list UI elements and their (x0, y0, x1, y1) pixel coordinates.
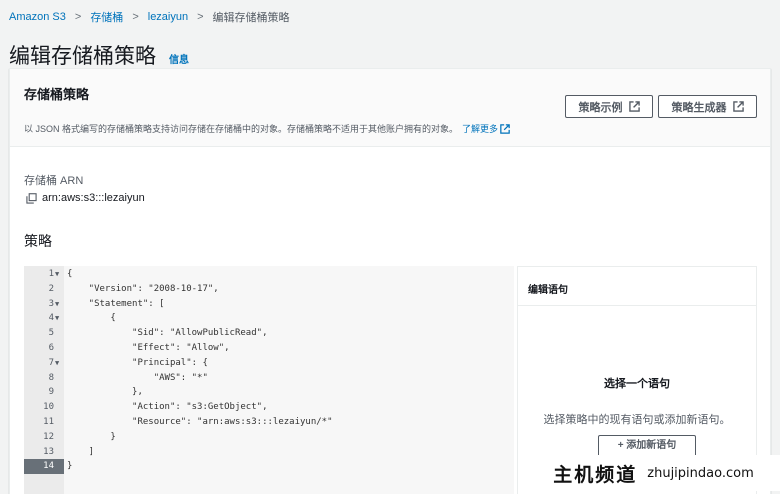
code-text: { (67, 269, 73, 279)
line-number: 3 (48, 298, 54, 309)
external-link-icon (628, 101, 640, 112)
breadcrumb-buckets[interactable]: 存储桶 (90, 9, 123, 25)
line-number: 7 (48, 357, 54, 368)
bucket-arn-label: 存储桶 ARN (24, 175, 84, 187)
chevron-right-icon: > (132, 11, 139, 23)
bucket-policy-panel: 存储桶策略 策略示例 策略生成器 以 JSON 格式编写的存储桶策略支持访问存储… (9, 68, 771, 494)
code-text: "Version": "2008-10-17", (67, 283, 219, 294)
panel-description-text: 以 JSON 格式编写的存储桶策略支持访问存储在存储桶中的对象。存储桶策略不适用… (24, 124, 459, 134)
code-line[interactable]: 9 }, (24, 385, 514, 400)
code-line[interactable]: 13 ] (24, 445, 514, 460)
watermark: 主机频道 zhujipindao.com (527, 455, 780, 491)
fold-arrow-icon[interactable]: ▼ (55, 267, 59, 282)
line-number: 10 (43, 402, 54, 413)
learn-more-link[interactable]: 了解更多 (462, 122, 498, 135)
code-line[interactable]: 1 ▼ { (24, 267, 514, 282)
page-title-row: 编辑存储桶策略 信息 (9, 40, 189, 70)
policy-examples-label: 策略示例 (578, 101, 623, 114)
code-line[interactable]: 8 "AWS": "*" (24, 371, 514, 386)
fold-arrow-icon[interactable]: ▼ (55, 356, 59, 371)
breadcrumb-amazon-s3[interactable]: Amazon S3 (9, 11, 66, 23)
code-line[interactable]: 4 ▼ { (24, 311, 514, 326)
chevron-right-icon: > (197, 11, 204, 23)
bucket-arn-value: arn:aws:s3:::lezaiyun (42, 192, 145, 204)
code-text: } (67, 431, 116, 442)
add-new-statement-button[interactable]: + 添加新语句 (598, 435, 696, 457)
line-number: 9 (48, 387, 54, 398)
policy-generator-label: 策略生成器 (671, 101, 727, 114)
code-text: "Resource": "arn:aws:s3:::lezaiyun/*" (67, 417, 333, 427)
chevron-right-icon: > (74, 11, 82, 23)
info-link[interactable]: 信息 (169, 51, 189, 66)
policy-examples-button[interactable]: 策略示例 (565, 95, 653, 118)
code-text: ] (67, 446, 95, 457)
breadcrumb-current: 编辑存储桶策略 (212, 12, 290, 24)
line-number: 5 (48, 328, 54, 339)
fold-arrow-icon[interactable]: ▼ (55, 297, 59, 312)
select-statement-description: 选择策略中的现有语句或添加新语句。 (543, 414, 731, 426)
copy-icon[interactable] (26, 192, 37, 204)
policy-generator-button[interactable]: 策略生成器 (658, 95, 757, 118)
code-line[interactable]: 6 "Effect": "Allow", (24, 341, 514, 356)
code-text: "Statement": [ (67, 298, 165, 309)
policy-heading: 策略 (24, 233, 52, 249)
code-text: } (67, 461, 73, 472)
external-link-icon[interactable] (500, 123, 510, 134)
panel-description: 以 JSON 格式编写的存储桶策略支持访问存储在存储桶中的对象。存储桶策略不适用… (24, 122, 510, 135)
code-line[interactable]: 7 ▼ "Principal": { (24, 356, 514, 371)
line-number: 8 (48, 372, 54, 383)
policy-code-editor[interactable]: 1 ▼{2 "Version": "2008-10-17", 3 ▼ "Stateme… (24, 266, 514, 494)
line-number: 13 (43, 446, 54, 457)
bucket-arn-row: arn:aws:s3:::lezaiyun (26, 192, 145, 204)
code-text: "Sid": "AllowPublicRead", (67, 328, 268, 339)
code-line[interactable]: 12 } (24, 430, 514, 445)
line-number: 4 (48, 313, 54, 324)
breadcrumb-bucket[interactable]: lezaiyun (148, 11, 188, 23)
code-text: "Principal": { (67, 357, 208, 368)
fold-arrow-icon[interactable]: ▼ (55, 311, 59, 326)
line-number: 6 (48, 343, 54, 353)
code-text: "AWS": "*" (67, 372, 208, 383)
code-line[interactable]: 5 "Sid": "AllowPublicRead", (24, 326, 514, 341)
line-number: 1 (48, 269, 54, 279)
code-line[interactable]: 11 "Resource": "arn:aws:s3:::lezaiyun/*" (24, 415, 514, 430)
select-statement-heading: 选择一个语句 (604, 378, 670, 390)
code-line[interactable]: 14} (24, 459, 514, 475)
code-text: "Action": "s3:GetObject", (67, 402, 268, 413)
external-link-icon (732, 101, 744, 112)
edit-statement-title: 编辑语句 (528, 285, 568, 296)
panel-header: 存储桶策略 策略示例 策略生成器 以 JSON 格式编写的存储桶策略支持访问存储… (10, 69, 770, 147)
code-text: "Effect": "Allow", (67, 343, 230, 353)
code-line[interactable]: 10 "Action": "s3:GetObject", (24, 400, 514, 415)
page-title: 编辑存储桶策略 (9, 45, 156, 68)
line-number: 12 (43, 431, 54, 442)
code-line[interactable]: 3 ▼ "Statement": [ (24, 297, 514, 312)
divider (518, 305, 756, 306)
line-number: 11 (43, 417, 54, 427)
breadcrumb: Amazon S3 > 存储桶 > lezaiyun > 编辑存储桶策略 (9, 9, 290, 25)
line-number: 2 (48, 283, 54, 294)
watermark-en: zhujipindao.com (647, 465, 754, 481)
code-text: { (67, 313, 116, 324)
watermark-cn: 主机频道 (553, 464, 638, 486)
line-number: 14 (24, 459, 64, 475)
code-line[interactable]: 2 "Version": "2008-10-17", (24, 282, 514, 297)
panel-title: 存储桶策略 (24, 87, 90, 102)
code-text: }, (67, 387, 143, 398)
